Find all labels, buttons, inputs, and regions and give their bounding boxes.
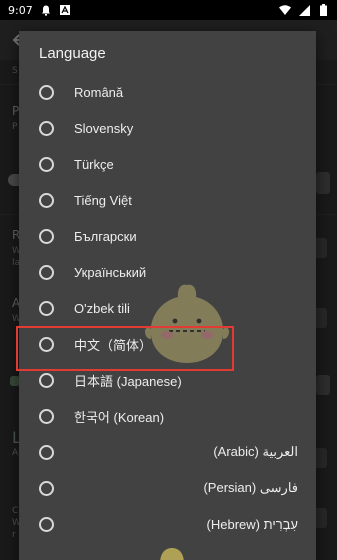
radio-unchecked-icon[interactable] xyxy=(39,337,54,352)
radio-unchecked-icon[interactable] xyxy=(39,373,54,388)
text-a-icon xyxy=(59,4,71,16)
language-option-ukrainian[interactable]: Український xyxy=(19,254,316,290)
language-option-arabic[interactable]: العربية (Arabic) xyxy=(19,434,316,470)
language-label: 中文（简体） xyxy=(74,337,153,353)
language-label: Український xyxy=(74,264,147,280)
language-label: 한국어 (Korean) xyxy=(74,409,165,425)
language-label: עִבְרִית (Hebrew) xyxy=(206,516,298,532)
language-label: فارسی (Persian) xyxy=(203,480,298,495)
language-label: Slovensky xyxy=(74,120,134,136)
language-option-hebrew[interactable]: עִבְרִית (Hebrew) xyxy=(19,506,316,542)
mascot-peek-icon xyxy=(160,548,184,560)
language-label: Română xyxy=(74,84,124,100)
radio-unchecked-icon[interactable] xyxy=(39,265,54,280)
language-option-uzbek[interactable]: O'zbek tili xyxy=(19,290,316,326)
radio-unchecked-icon[interactable] xyxy=(39,229,54,244)
radio-unchecked-icon[interactable] xyxy=(39,481,54,496)
language-option-persian[interactable]: فارسی (Persian) xyxy=(19,470,316,506)
language-option-tieng-viet[interactable]: Tiếng Việt xyxy=(19,182,316,218)
language-option-turkce[interactable]: Türkçe xyxy=(19,146,316,182)
battery-icon xyxy=(317,4,329,16)
language-label: 日本語 (Japanese) xyxy=(74,373,182,389)
language-option-chinese-simplified[interactable]: 中文（简体） xyxy=(19,326,316,362)
language-list: Română Slovensky Türkçe Tiếng Việt Бълга… xyxy=(19,74,316,542)
language-option-japanese[interactable]: 日本語 (Japanese) xyxy=(19,362,316,398)
notification-bell-icon xyxy=(40,4,52,16)
language-label: O'zbek tili xyxy=(74,300,130,316)
radio-unchecked-icon[interactable] xyxy=(39,157,54,172)
language-label: Български xyxy=(74,228,137,244)
language-label: Türkçe xyxy=(74,156,114,172)
status-right xyxy=(279,4,329,16)
language-option-romana[interactable]: Română xyxy=(19,74,316,110)
wifi-icon xyxy=(279,4,291,16)
radio-unchecked-icon[interactable] xyxy=(39,301,54,316)
radio-unchecked-icon[interactable] xyxy=(39,409,54,424)
radio-unchecked-icon[interactable] xyxy=(39,445,54,460)
screen: 9:07 S P P R W la A W L Ap C W r Languag… xyxy=(0,0,337,560)
language-dialog: Language Română Slovensky Türkçe Tiếng V… xyxy=(19,31,316,560)
radio-unchecked-icon[interactable] xyxy=(39,193,54,208)
status-left: 9:07 xyxy=(8,4,71,17)
language-label: Tiếng Việt xyxy=(74,192,132,208)
signal-icon xyxy=(298,4,310,16)
status-bar: 9:07 xyxy=(0,0,337,20)
language-option-korean[interactable]: 한국어 (Korean) xyxy=(19,398,316,434)
radio-unchecked-icon[interactable] xyxy=(39,517,54,532)
status-time: 9:07 xyxy=(8,3,33,17)
language-option-bulgarian[interactable]: Български xyxy=(19,218,316,254)
radio-unchecked-icon[interactable] xyxy=(39,85,54,100)
language-label: العربية (Arabic) xyxy=(213,444,298,459)
language-option-slovensky[interactable]: Slovensky xyxy=(19,110,316,146)
dialog-title: Language xyxy=(39,45,106,62)
radio-unchecked-icon[interactable] xyxy=(39,121,54,136)
